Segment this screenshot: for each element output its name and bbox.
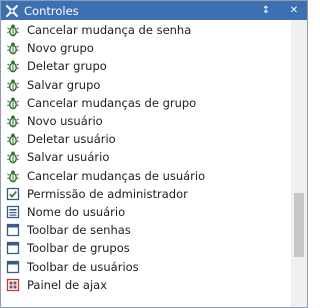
panel-title: Controles (24, 3, 79, 18)
list-item-label: Deletar usuário (27, 132, 116, 147)
list-item-label: Salvar grupo (27, 77, 101, 92)
bug-icon (6, 23, 20, 37)
bug-icon (6, 78, 20, 92)
list-item-label: Novo grupo (27, 41, 94, 56)
tools-icon (4, 3, 20, 19)
list-item-label: Permissão de administrador (27, 186, 188, 201)
list-item-label: Cancelar mudança de senha (27, 23, 192, 37)
list-item-label: Novo usuário (27, 114, 103, 128)
panel-titlebar[interactable]: Controles ↕ ✕ (1, 1, 307, 20)
controls-panel: Controles ↕ ✕ Cancelar mudança de senha … (0, 0, 308, 308)
list-item[interactable]: Cancelar mudanças de grupo (1, 94, 291, 112)
list-item-label: Toolbar de senhas (27, 223, 131, 238)
ajax-panel-icon (6, 278, 20, 292)
list-item[interactable]: Toolbar de usuários (1, 258, 291, 276)
list-item-label: Toolbar de grupos (27, 241, 130, 256)
list-item[interactable]: Novo grupo (1, 39, 291, 57)
list-item[interactable]: Permissão de administrador (1, 185, 291, 203)
list-item-label: Painel de ajax (27, 277, 108, 292)
list-item[interactable]: Salvar usuário (1, 148, 291, 166)
toolbar-icon (6, 260, 20, 274)
list-item[interactable]: Toolbar de senhas (1, 221, 291, 239)
scrollbar-thumb[interactable] (294, 193, 304, 257)
list-item[interactable]: Salvar grupo (1, 76, 291, 94)
bug-icon (6, 114, 20, 128)
list-item-label: Toolbar de usuários (27, 259, 139, 274)
toolbar-icon (6, 223, 20, 237)
list-item-label: Salvar usuário (27, 150, 110, 165)
toolbar-icon (6, 241, 20, 255)
close-icon[interactable]: ✕ (287, 3, 301, 17)
bug-icon (6, 169, 20, 183)
list-item-label: Nome do usuário (27, 205, 126, 219)
bug-icon (6, 96, 20, 110)
list-item[interactable]: Cancelar mudanças de usuário (1, 167, 291, 185)
bug-icon (6, 59, 20, 73)
list-item[interactable]: Painel de ajax (1, 276, 291, 294)
pin-icon[interactable]: ↕ (259, 3, 273, 17)
controls-list: Cancelar mudança de senha Novo grupo Del… (1, 20, 291, 307)
list-item[interactable]: Nome do usuário (1, 203, 291, 221)
list-item-label: Deletar grupo (27, 59, 107, 74)
list-item[interactable]: Deletar grupo (1, 57, 291, 75)
list-item[interactable]: Novo usuário (1, 112, 291, 130)
list-item[interactable]: Cancelar mudança de senha (1, 21, 291, 39)
textbox-icon (6, 205, 20, 219)
list-item-label: Cancelar mudanças de usuário (27, 168, 206, 183)
list-item-label: Cancelar mudanças de grupo (27, 95, 197, 110)
checkbox-icon (6, 187, 20, 201)
list-item[interactable]: Deletar usuário (1, 130, 291, 148)
bug-icon (6, 41, 20, 55)
bug-icon (6, 132, 20, 146)
vertical-scrollbar[interactable] (291, 20, 307, 307)
bug-icon (6, 150, 20, 164)
list-item[interactable]: Toolbar de grupos (1, 239, 291, 257)
